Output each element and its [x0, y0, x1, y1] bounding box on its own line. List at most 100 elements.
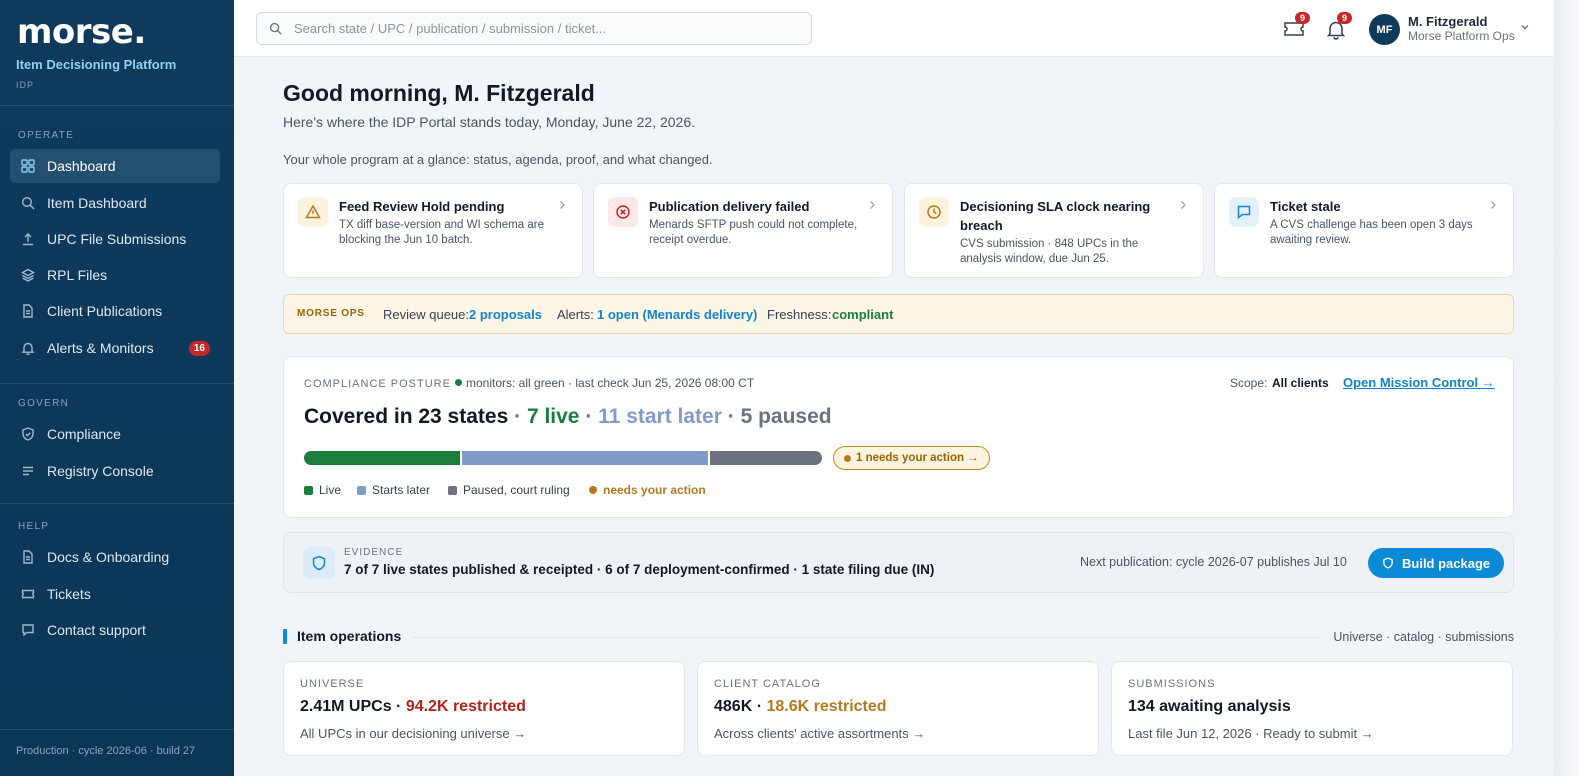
chat-icon — [21, 623, 35, 637]
sidebar-item-label: Item Dashboard — [47, 195, 147, 211]
legend-swatch — [357, 485, 366, 495]
legend-label: Paused, court ruling — [463, 483, 570, 497]
platform-name: Item Decisioning Platform — [16, 57, 177, 72]
build-package-button[interactable]: Build package — [1368, 548, 1505, 578]
sidebar-item-upc-file-submissions[interactable]: UPC File Submissions — [10, 222, 220, 256]
legend-swatch — [304, 485, 313, 495]
sidebar-item-compliance[interactable]: Compliance — [10, 417, 220, 451]
item-operations-header: Item operations Universe · catalog · sub… — [283, 626, 1514, 646]
card-label: SUBMISSIONS — [1128, 678, 1216, 690]
avatar[interactable]: MF — [1369, 14, 1400, 45]
sidebar-item-item-dashboard[interactable]: Item Dashboard — [10, 186, 220, 220]
card-value-main: 486K — [714, 698, 753, 715]
review-queue-link[interactable]: 2 proposals — [469, 307, 542, 322]
section-help: HELP — [18, 521, 50, 532]
sidebar-item-client-publications[interactable]: Client Publications — [10, 294, 220, 328]
card-value-main: 2.41M UPCs — [300, 698, 392, 715]
universe-card[interactable]: UNIVERSE 2.41M UPCs · 94.2K restricted A… — [283, 661, 685, 756]
sidebar-item-label: Registry Console — [47, 463, 154, 479]
coverage-live: 7 live — [526, 405, 580, 428]
alert-title: Feed Review Hold pending — [339, 199, 505, 214]
status-dot — [455, 379, 462, 386]
warning-icon — [298, 197, 328, 227]
user-name[interactable]: M. Fitzgerald — [1408, 14, 1487, 29]
sidebar-item-docs-onboarding[interactable]: Docs & Onboarding — [10, 540, 220, 574]
open-mission-control-link[interactable]: Open Mission Control → — [1343, 375, 1495, 390]
sidebar-item-registry-console[interactable]: Registry Console — [10, 454, 220, 488]
legend-swatch — [448, 485, 457, 495]
notifications-button[interactable]: 9 — [1325, 12, 1353, 40]
shield-icon — [303, 547, 335, 579]
sidebar-item-label: RPL Files — [47, 267, 108, 283]
tickets-button[interactable]: 9 — [1283, 12, 1311, 40]
legend-swatch — [589, 486, 597, 494]
compliance-panel: COMPLIANCE POSTURE monitors: all green ·… — [283, 356, 1514, 518]
alert-description: CVS submission · 848 UPCs in the analysi… — [960, 238, 1139, 265]
alert-card-sla-clock[interactable]: Decisioning SLA clock nearing breach CVS… — [904, 183, 1204, 278]
alert-card-feed-review[interactable]: Feed Review Hold pending TX diff base-ve… — [283, 183, 583, 278]
section-govern: GOVERN — [18, 398, 70, 409]
sidebar-item-rpl-files[interactable]: RPL Files — [10, 258, 220, 292]
card-value: 486K · 18.6K restricted — [714, 698, 887, 715]
sidebar-item-tickets[interactable]: Tickets — [10, 577, 220, 611]
divider — [413, 637, 1320, 638]
chevron-down-icon[interactable] — [1520, 22, 1530, 32]
coverage-paused: 5 paused — [740, 405, 832, 428]
chevron-right-icon — [558, 200, 566, 210]
user-org: Morse Platform Ops — [1408, 29, 1515, 43]
needs-action-button[interactable]: 1 needs your action → — [833, 446, 990, 470]
sidebar-item-alerts-monitors[interactable]: Alerts & Monitors 16 — [10, 331, 220, 365]
page-tagline: Your whole program at a glance: status, … — [283, 152, 713, 167]
topbar: 9 9 MF M. Fitzgerald Morse Platform Ops — [234, 0, 1554, 57]
alert-description: Menards SFTP push could not complete, re… — [649, 219, 858, 246]
build-info: Production · cycle 2026-06 · build 27 — [16, 745, 196, 757]
legend-paused: Paused, court ruling — [448, 483, 570, 497]
legend-label: needs your action — [603, 483, 706, 497]
scope-value[interactable]: All clients — [1272, 376, 1329, 390]
submissions-card[interactable]: SUBMISSIONS 134 awaiting analysis Last f… — [1111, 661, 1513, 756]
coverage-headline: Covered in 23 states · 7 live · 11 start… — [304, 405, 832, 429]
morse-logo[interactable]: morse. — [17, 12, 146, 52]
tickets-count-badge: 9 — [1295, 12, 1311, 24]
card-link[interactable]: All UPCs in our decisioning universe → — [300, 726, 526, 741]
page-title: Good morning, M. Fitzgerald — [283, 80, 595, 106]
bar-segment-live — [304, 451, 461, 465]
legend-live: Live — [304, 483, 341, 497]
chevron-right-icon — [868, 200, 876, 210]
card-link[interactable]: Across clients' active assortments → — [714, 726, 925, 741]
sidebar-item-dashboard[interactable]: Dashboard — [10, 149, 220, 183]
list-icon — [21, 464, 35, 478]
alert-card-ticket-stale[interactable]: Ticket stale A CVS challenge has been op… — [1214, 183, 1514, 278]
sidebar-item-contact-support[interactable]: Contact support — [10, 613, 220, 647]
needs-action-label: 1 needs your action → — [856, 452, 979, 464]
client-catalog-card[interactable]: CLIENT CATALOG 486K · 18.6K restricted A… — [697, 661, 1099, 756]
bar-segment-paused — [710, 451, 822, 465]
next-publication: Next publication: cycle 2026-07 publishe… — [1080, 555, 1347, 569]
sidebar-item-label: Tickets — [47, 586, 91, 602]
page-subtitle: Here's where the IDP Portal stands today… — [283, 114, 696, 130]
alerts-link[interactable]: 1 open (Menards delivery) — [597, 307, 757, 322]
alert-card-publication-delivery[interactable]: Publication delivery failed Menards SFTP… — [593, 183, 893, 278]
search-icon — [21, 196, 35, 210]
document-icon — [21, 550, 35, 564]
divider — [0, 105, 234, 106]
card-link[interactable]: Last file Jun 12, 2026 · Ready to submit… — [1128, 726, 1374, 741]
alerts-label: Alerts: — [557, 307, 594, 322]
section-accent — [283, 629, 287, 644]
search-icon — [269, 22, 282, 35]
search-input[interactable] — [294, 21, 794, 36]
shield-icon — [1382, 557, 1394, 569]
card-value: 134 awaiting analysis — [1128, 698, 1291, 715]
coverage-states: Covered in 23 states — [304, 405, 509, 428]
error-circle-icon — [608, 197, 638, 227]
sidebar-item-label: Dashboard — [47, 158, 116, 174]
review-queue-label: Review queue: — [383, 307, 469, 322]
sidebar-item-label: Contact support — [47, 622, 146, 638]
platform-short: IDP — [16, 80, 35, 90]
evidence-panel: EVIDENCE 7 of 7 live states published & … — [283, 532, 1514, 593]
notifications-count-badge: 9 — [1337, 12, 1353, 24]
alert-description: A CVS challenge has been open 3 days awa… — [1270, 219, 1473, 246]
divider — [0, 729, 234, 730]
search-box[interactable] — [256, 12, 812, 45]
legend-label: Starts later — [372, 483, 431, 497]
